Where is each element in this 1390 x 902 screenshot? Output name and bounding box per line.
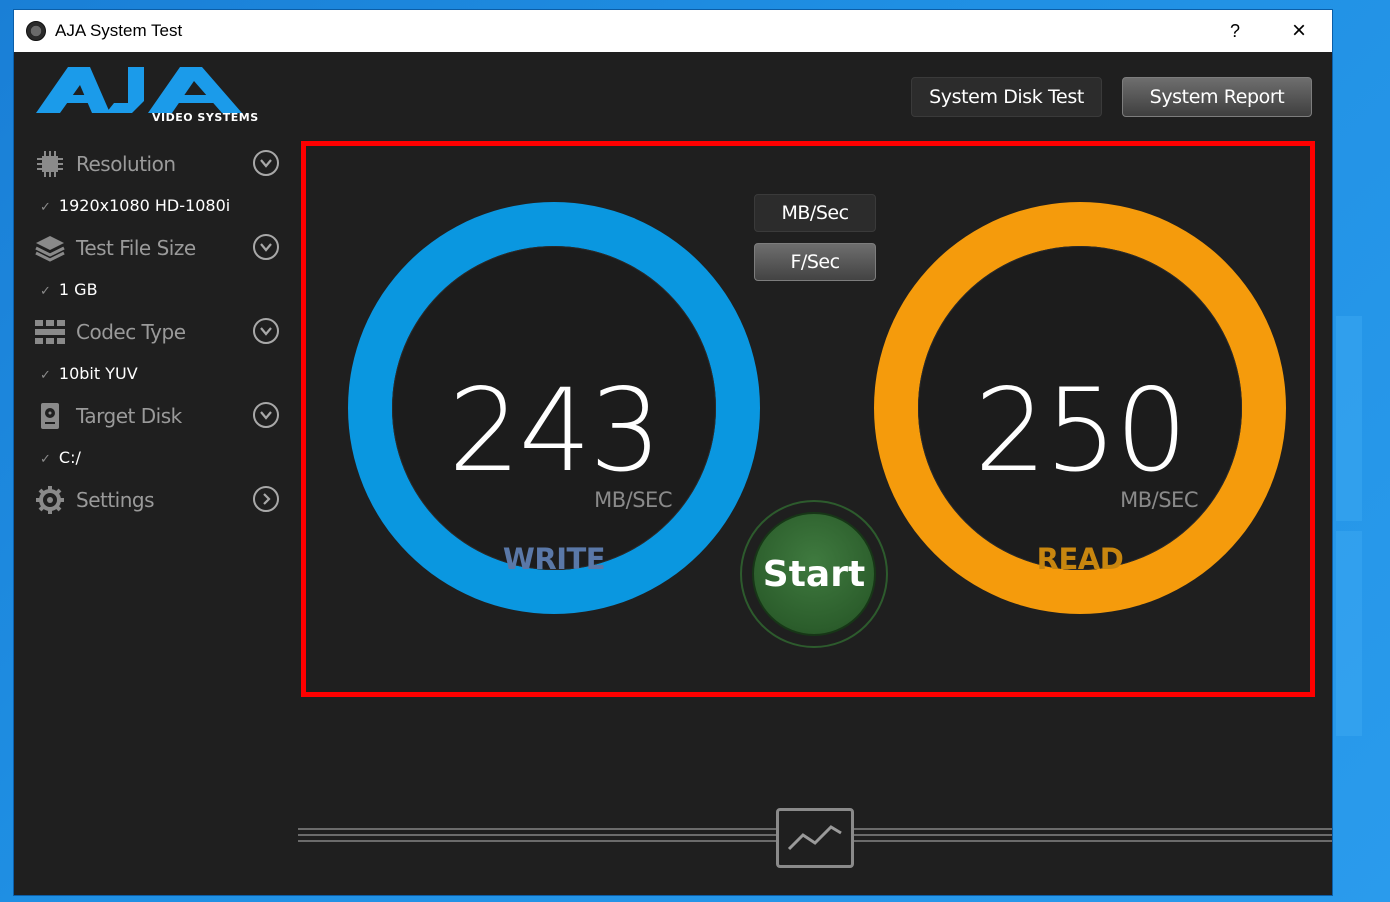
read-unit: MB/SEC bbox=[1120, 488, 1198, 512]
app-window: AJA System Test ? × VIDEO SYSTEMS Resolu… bbox=[14, 10, 1332, 895]
stack-icon bbox=[34, 233, 66, 263]
sidebar-item-label: Target Disk bbox=[76, 404, 182, 428]
resolution-value: ✓ 1920x1080 HD-1080i bbox=[40, 196, 230, 215]
read-label: READ bbox=[1036, 542, 1124, 576]
codec-type-value: ✓ 10bit YUV bbox=[40, 364, 138, 383]
close-button[interactable]: × bbox=[1276, 10, 1322, 52]
sidebar-item-resolution[interactable]: Resolution bbox=[34, 146, 279, 182]
read-gauge: 250 MB/SEC READ bbox=[874, 202, 1286, 614]
chevron-down-icon[interactable] bbox=[253, 234, 279, 260]
write-gauge: 243 MB/SEC WRITE bbox=[348, 202, 760, 614]
sidebar-item-label: Codec Type bbox=[76, 320, 186, 344]
read-gauge-face: 250 MB/SEC READ bbox=[918, 246, 1242, 576]
logo-subtitle: VIDEO SYSTEMS bbox=[152, 111, 259, 124]
window-title: AJA System Test bbox=[55, 21, 183, 40]
test-file-size-value-text: 1 GB bbox=[58, 280, 98, 299]
chevron-right-icon[interactable] bbox=[253, 486, 279, 512]
chevron-down-icon[interactable] bbox=[253, 150, 279, 176]
read-value: 250 bbox=[974, 364, 1188, 497]
target-disk-value: ✓ C:/ bbox=[40, 448, 81, 467]
desktop-background-pane bbox=[1336, 316, 1362, 521]
check-icon: ✓ bbox=[40, 452, 51, 467]
title-bar: AJA System Test ? × bbox=[14, 10, 1332, 52]
gear-icon bbox=[34, 485, 66, 515]
help-button[interactable]: ? bbox=[1212, 10, 1258, 52]
sidebar-item-settings[interactable]: Settings bbox=[34, 482, 279, 518]
sidebar-item-label: Settings bbox=[76, 488, 155, 512]
sidebar-item-codec-type[interactable]: Codec Type bbox=[34, 314, 279, 350]
sidebar-item-label: Resolution bbox=[76, 152, 176, 176]
grid-icon bbox=[34, 317, 66, 347]
app-icon bbox=[26, 21, 46, 41]
start-button-ring: Start bbox=[740, 500, 888, 648]
target-disk-value-text: C:/ bbox=[58, 448, 81, 467]
chevron-down-icon[interactable] bbox=[253, 318, 279, 344]
check-icon: ✓ bbox=[40, 284, 51, 299]
desktop-background-pane bbox=[1336, 531, 1362, 736]
chevron-down-icon[interactable] bbox=[253, 402, 279, 428]
write-gauge-face: 243 MB/SEC WRITE bbox=[392, 246, 716, 576]
codec-type-value-text: 10bit YUV bbox=[58, 364, 138, 383]
mb-sec-toggle[interactable]: MB/Sec bbox=[754, 194, 876, 232]
line-graph-icon bbox=[787, 825, 842, 851]
sidebar-item-target-disk[interactable]: Target Disk bbox=[34, 398, 279, 434]
write-value: 243 bbox=[448, 364, 662, 497]
resolution-value-text: 1920x1080 HD-1080i bbox=[58, 196, 231, 215]
write-label: WRITE bbox=[502, 542, 606, 576]
chip-icon bbox=[34, 149, 66, 179]
write-unit: MB/SEC bbox=[594, 488, 672, 512]
system-disk-test-button[interactable]: System Disk Test bbox=[911, 77, 1102, 117]
system-report-button[interactable]: System Report bbox=[1122, 77, 1312, 117]
start-button[interactable]: Start bbox=[752, 512, 876, 636]
graph-toggle-button[interactable] bbox=[776, 808, 854, 868]
test-file-size-value: ✓ 1 GB bbox=[40, 280, 98, 299]
aja-logo bbox=[36, 67, 242, 113]
sidebar-item-label: Test File Size bbox=[76, 236, 196, 260]
f-sec-toggle[interactable]: F/Sec bbox=[754, 243, 876, 281]
sidebar-item-test-file-size[interactable]: Test File Size bbox=[34, 230, 279, 266]
check-icon: ✓ bbox=[40, 200, 51, 215]
disk-icon bbox=[34, 401, 66, 431]
check-icon: ✓ bbox=[40, 368, 51, 383]
